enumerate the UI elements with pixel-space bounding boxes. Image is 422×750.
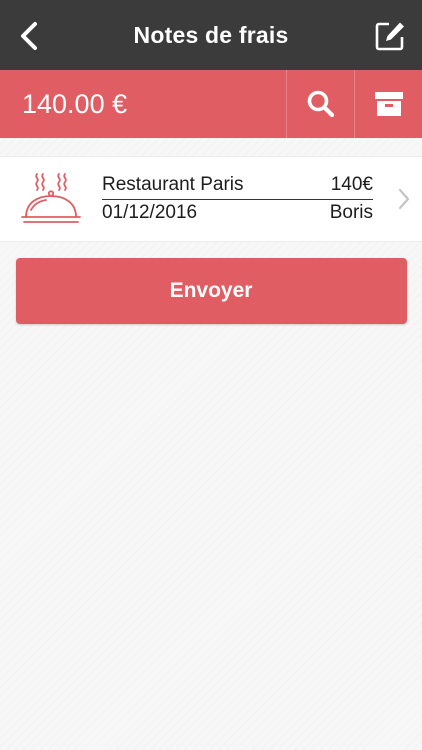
- expense-name: Restaurant Paris: [102, 174, 244, 195]
- expense-person: Boris: [329, 202, 373, 223]
- expense-amount: 140€: [330, 174, 373, 195]
- send-button[interactable]: Envoyer: [15, 258, 407, 324]
- expense-row[interactable]: Restaurant Paris 140€ 01/12/2016 Boris: [0, 157, 422, 241]
- search-button[interactable]: [286, 70, 354, 138]
- expense-list: Restaurant Paris 140€ 01/12/2016 Boris: [0, 156, 422, 242]
- archive-icon: [374, 92, 403, 116]
- chevron-right-icon: [398, 188, 410, 210]
- chevron-left-icon[interactable]: [16, 20, 44, 52]
- search-icon: [307, 90, 334, 118]
- navigation-bar: Notes de frais: [0, 0, 422, 70]
- food-cloche-icon: [21, 173, 81, 223]
- expense-date: 01/12/2016: [102, 202, 198, 223]
- summary-bar: 140.00 €: [0, 70, 422, 138]
- edit-icon[interactable]: [374, 20, 406, 52]
- total-amount: 140.00 €: [22, 88, 128, 119]
- page-title: Notes de frais: [133, 21, 289, 48]
- archive-button[interactable]: [354, 70, 422, 138]
